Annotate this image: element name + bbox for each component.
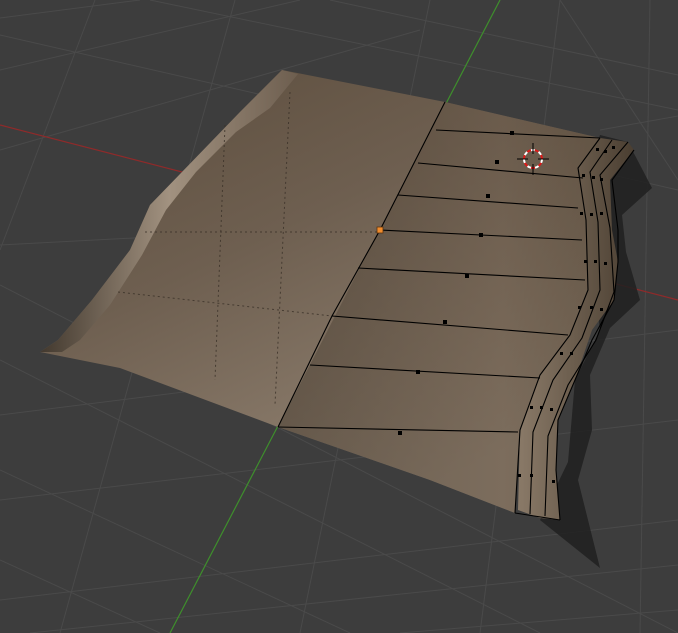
active-vertex[interactable] bbox=[376, 226, 384, 234]
3d-viewport[interactable] bbox=[0, 0, 678, 633]
